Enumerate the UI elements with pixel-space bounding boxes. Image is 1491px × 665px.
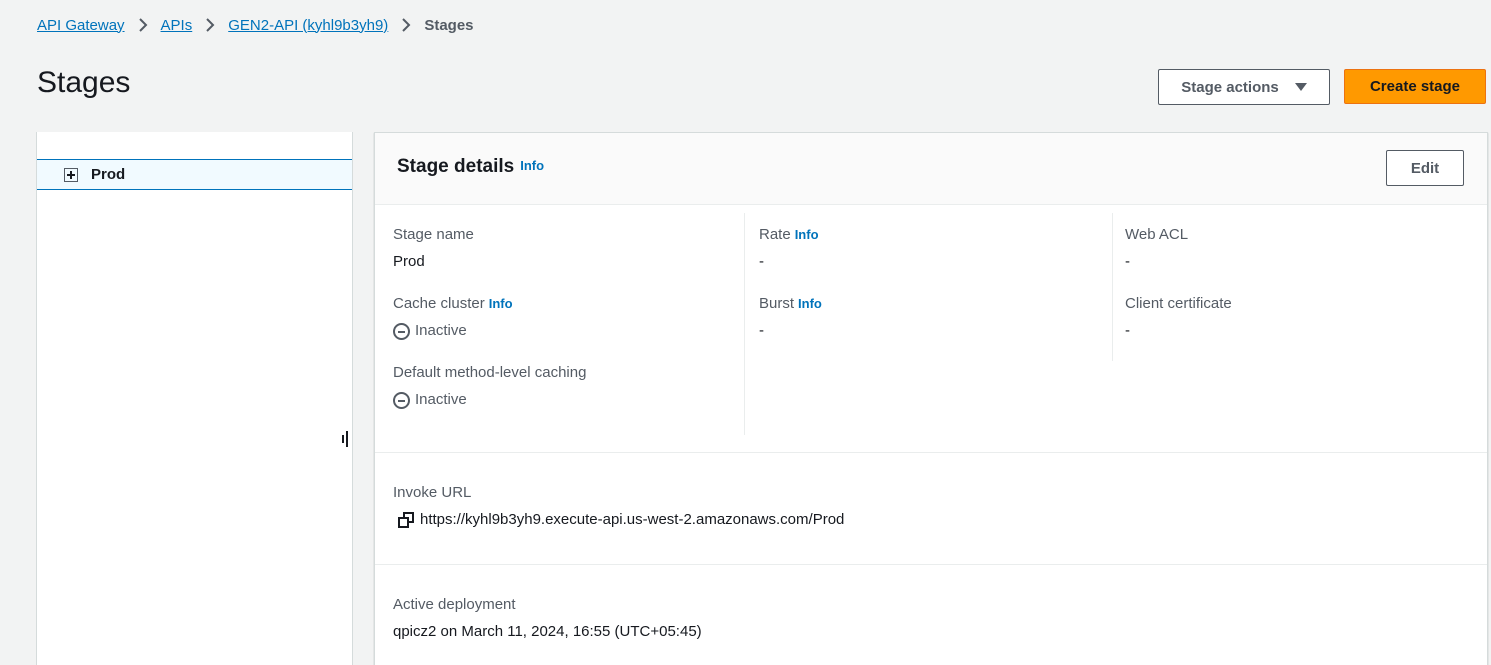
field-burst: Burst Info - <box>759 294 1112 341</box>
cache-cluster-info-link[interactable]: Info <box>489 296 513 311</box>
page-title: Stages <box>37 66 131 99</box>
field-stage-name: Stage name Prod <box>393 225 744 272</box>
field-value: qpicz2 on March 11, 2024, 16:55 (UTC+05:… <box>393 623 702 640</box>
status-stopped-icon <box>393 391 410 409</box>
field-label: Cache cluster Info <box>393 294 744 314</box>
field-label: Rate Info <box>759 225 1112 245</box>
edit-button[interactable]: Edit <box>1386 150 1464 186</box>
field-active-deployment: Active deployment qpicz2 on March 11, 20… <box>393 583 702 642</box>
field-value: Inactive <box>393 390 744 410</box>
field-label: Stage name <box>393 226 474 243</box>
field-label: Default method-level caching <box>393 364 587 381</box>
details-column-2: Rate Info - Burst Info - <box>759 213 1113 361</box>
field-value: https://kyhl9b3yh9.execute-api.us-west-2… <box>393 510 844 530</box>
status-text: Inactive <box>415 391 467 408</box>
chevron-right-icon <box>192 18 228 32</box>
details-column-3: Web ACL - Client certificate - <box>1125 213 1465 363</box>
field-label: Active deployment <box>393 596 516 613</box>
tree-item-prod[interactable]: Prod <box>37 159 352 190</box>
breadcrumb-current: Stages <box>424 16 474 34</box>
status-text: Inactive <box>415 322 467 339</box>
chevron-right-icon <box>125 18 161 32</box>
invoke-url-text[interactable]: https://kyhl9b3yh9.execute-api.us-west-2… <box>420 510 844 530</box>
field-default-caching: Default method-level caching Inactive <box>393 363 744 410</box>
breadcrumb-api-name[interactable]: GEN2-API (kyhl9b3yh9) <box>228 17 388 34</box>
field-value: - <box>759 322 764 339</box>
stage-details-grid: Stage name Prod Cache cluster Info Inacti… <box>375 205 1487 453</box>
field-label: Web ACL <box>1125 226 1189 243</box>
field-web-acl: Web ACL - <box>1125 225 1465 272</box>
stage-actions-label: Stage actions <box>1181 78 1279 96</box>
breadcrumb-api-gateway[interactable]: API Gateway <box>37 17 125 34</box>
field-value: - <box>1125 253 1130 270</box>
stage-details-info-link[interactable]: Info <box>520 158 544 173</box>
field-value: Inactive <box>393 321 744 341</box>
rate-info-link[interactable]: Info <box>795 227 819 242</box>
stage-details-header: Stage details Info Edit <box>375 133 1487 205</box>
stage-actions-button[interactable]: Stage actions <box>1158 69 1330 105</box>
panel-resize-handle[interactable] <box>340 430 350 448</box>
field-cache-cluster: Cache cluster Info Inactive <box>393 294 744 341</box>
stage-details-title-text: Stage details <box>397 156 515 177</box>
copy-icon[interactable] <box>398 512 414 528</box>
field-label: Invoke URL <box>393 484 472 501</box>
field-rate: Rate Info - <box>759 225 1112 272</box>
create-stage-button[interactable]: Create stage <box>1344 69 1486 104</box>
invoke-url-section: Invoke URL https://kyhl9b3yh9.execute-ap… <box>375 453 1487 565</box>
field-label-text: Rate <box>759 226 791 243</box>
field-value: - <box>759 253 764 270</box>
active-deployment-section: Active deployment qpicz2 on March 11, 20… <box>375 565 1487 665</box>
status-stopped-icon <box>393 322 410 340</box>
chevron-right-icon <box>388 18 424 32</box>
stage-details-title: Stage details Info <box>397 156 544 178</box>
field-label: Burst Info <box>759 294 1112 314</box>
field-value: - <box>1125 322 1130 339</box>
burst-info-link[interactable]: Info <box>798 296 822 311</box>
caret-down-icon <box>1294 83 1307 91</box>
details-column-1: Stage name Prod Cache cluster Info Inacti… <box>393 213 745 435</box>
field-value: Prod <box>393 253 425 270</box>
breadcrumb: API Gateway APIs GEN2-API (kyhl9b3yh9) S… <box>37 14 474 36</box>
field-label-text: Cache cluster <box>393 295 485 312</box>
field-client-certificate: Client certificate - <box>1125 294 1465 341</box>
stage-details-panel: Stage details Info Edit Stage name Prod C… <box>374 132 1488 665</box>
breadcrumb-apis[interactable]: APIs <box>161 17 193 34</box>
field-label-text: Burst <box>759 295 795 312</box>
plus-square-icon[interactable] <box>64 167 78 182</box>
field-invoke-url: Invoke URL https://kyhl9b3yh9.execute-ap… <box>393 471 844 530</box>
tree-item-label: Prod <box>91 166 126 183</box>
stages-tree-panel: Prod <box>36 132 353 665</box>
field-label: Client certificate <box>1125 295 1232 312</box>
